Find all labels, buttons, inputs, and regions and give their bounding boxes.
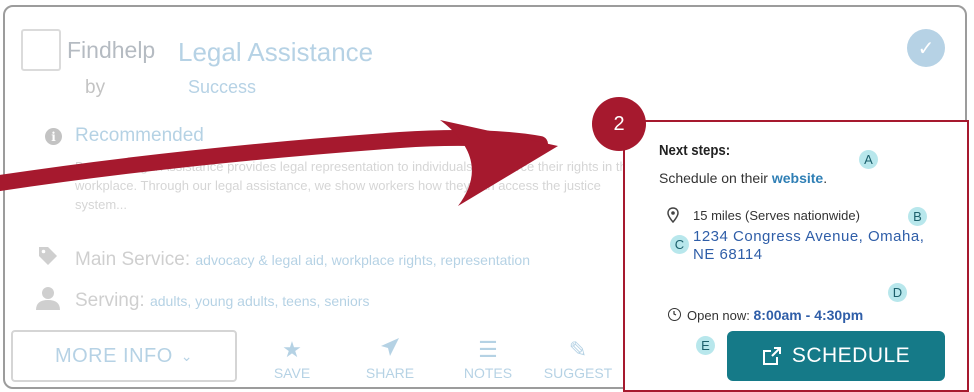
- recommended-label: Recommended: [75, 125, 204, 146]
- suggest-button[interactable]: ✎ SUGGEST: [543, 337, 613, 381]
- schedule-text: Schedule on their: [659, 170, 772, 186]
- person-icon: [36, 287, 60, 310]
- address-link[interactable]: 1234 Congress Avenue, Omaha, NE 68114: [693, 228, 924, 264]
- schedule-button[interactable]: SCHEDULE: [727, 331, 945, 381]
- list-icon: ☰: [478, 337, 498, 362]
- notes-button[interactable]: ☰ NOTES: [453, 337, 523, 381]
- serving-values[interactable]: adults, young adults, teens, seniors: [150, 293, 369, 309]
- provider-name: Findhelp: [67, 37, 156, 63]
- main-service-label: Main Service:: [75, 249, 196, 270]
- share-button[interactable]: SHARE: [355, 337, 425, 381]
- main-service-values[interactable]: advocacy & legal aid, workplace rights, …: [195, 252, 530, 268]
- provider-by: by: [85, 77, 106, 98]
- more-info-button[interactable]: MORE INFO ⌄: [11, 330, 237, 382]
- info-icon: i: [45, 128, 62, 145]
- schedule-instructions: Schedule on their website.: [659, 170, 827, 186]
- open-hours: Open now: 8:00am - 4:30pm: [687, 307, 863, 323]
- map-pin-icon: [667, 207, 679, 223]
- address-line-2: NE 68114: [693, 246, 763, 263]
- clock-icon: [668, 308, 681, 321]
- tag-icon: [37, 245, 59, 273]
- external-link-icon: [762, 347, 781, 365]
- save-button[interactable]: ★ SAVE: [257, 337, 327, 381]
- program-description: Bertha's Legal Assistance provides legal…: [75, 159, 634, 212]
- save-label: SAVE: [273, 365, 311, 381]
- address-line-1: 1234 Congress Avenue, Omaha,: [693, 228, 925, 245]
- send-icon: [355, 337, 425, 363]
- notes-label: NOTES: [463, 365, 513, 381]
- schedule-text-end: .: [823, 170, 828, 186]
- next-steps-title: Next steps:: [659, 142, 731, 159]
- annotation-letter-c: C: [670, 235, 689, 254]
- program-subtitle: Success: [188, 77, 257, 97]
- pencil-icon: ✎: [568, 337, 588, 362]
- program-name[interactable]: Legal Assistance: [178, 37, 373, 68]
- distance-text: 15 miles (Serves nationwide): [693, 208, 860, 223]
- suggest-label: SUGGEST: [543, 365, 613, 381]
- step-number-badge: 2: [592, 97, 646, 151]
- share-label: SHARE: [365, 365, 415, 381]
- chevron-down-icon: ⌄: [180, 347, 194, 364]
- serving-label: Serving:: [75, 290, 150, 311]
- open-now-label: Open now:: [687, 308, 754, 323]
- next-steps-panel: Next steps: Schedule on their website. A…: [623, 120, 969, 392]
- more-info-label: MORE INFO: [54, 344, 173, 367]
- annotation-letter-a: A: [859, 150, 878, 169]
- website-link[interactable]: website: [772, 170, 823, 186]
- star-icon: ★: [282, 337, 302, 362]
- annotation-letter-b: B: [908, 207, 927, 226]
- hours-value: 8:00am - 4:30pm: [753, 307, 864, 323]
- annotation-letter-e: E: [696, 336, 715, 355]
- check-icon[interactable]: ✓: [907, 29, 945, 67]
- schedule-button-label: SCHEDULE: [791, 344, 911, 367]
- select-checkbox[interactable]: [21, 29, 61, 71]
- main-service: Main Service: advocacy & legal aid, work…: [75, 249, 530, 271]
- serving: Serving: adults, young adults, teens, se…: [75, 290, 369, 312]
- annotation-letter-d: D: [888, 283, 907, 302]
